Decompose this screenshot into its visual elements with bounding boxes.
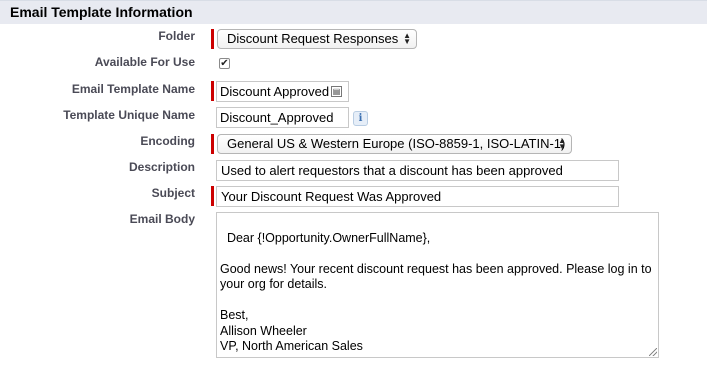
- encoding-select[interactable]: General US & Western Europe (ISO-8859-1,…: [217, 134, 572, 154]
- folder-label: Folder: [158, 29, 195, 43]
- select-arrows-icon: ▲ ▼: [558, 136, 566, 151]
- description-input[interactable]: Used to alert requestors that a discount…: [216, 160, 619, 181]
- unique-name-value: Discount_Approved: [220, 110, 334, 125]
- subject-input[interactable]: Your Discount Request Was Approved: [216, 186, 619, 207]
- encoding-label: Encoding: [140, 134, 195, 148]
- email-body-value: Dear {!Opportunity.OwnerFullName}, Good …: [220, 230, 652, 354]
- required-indicator: [211, 81, 214, 101]
- description-value: Used to alert requestors that a discount…: [221, 163, 563, 178]
- encoding-select-value: General US & Western Europe (ISO-8859-1,…: [227, 136, 566, 151]
- lookup-icon[interactable]: ▤: [331, 86, 342, 97]
- subject-label: Subject: [151, 186, 195, 200]
- template-name-label: Email Template Name: [71, 82, 195, 96]
- section-title: Email Template Information: [10, 4, 193, 20]
- required-indicator: [211, 134, 214, 154]
- email-body-textarea[interactable]: Dear {!Opportunity.OwnerFullName}, Good …: [216, 212, 659, 358]
- subject-value: Your Discount Request Was Approved: [221, 189, 442, 204]
- folder-select-value: Discount Request Responses: [227, 31, 399, 46]
- description-label: Description: [128, 160, 195, 174]
- required-indicator: [211, 29, 214, 49]
- required-indicator: [211, 186, 214, 206]
- select-arrows-icon: ▲ ▼: [403, 31, 411, 46]
- template-name-value: Discount Approved: [220, 84, 330, 99]
- email-body-label: Email Body: [129, 212, 195, 226]
- available-label: Available For Use: [94, 55, 195, 69]
- unique-name-input[interactable]: Discount_Approved: [216, 107, 349, 128]
- template-name-input[interactable]: Discount Approved: [216, 81, 349, 102]
- unique-name-label: Template Unique Name: [63, 108, 195, 122]
- info-icon[interactable]: i: [353, 111, 368, 126]
- section-header: Email Template Information: [0, 0, 707, 24]
- available-checkbox[interactable]: ✔: [219, 58, 230, 69]
- resize-grip-icon[interactable]: [649, 348, 657, 356]
- checkmark-icon: ✔: [220, 58, 229, 69]
- folder-select[interactable]: Discount Request Responses ▲ ▼: [217, 29, 417, 49]
